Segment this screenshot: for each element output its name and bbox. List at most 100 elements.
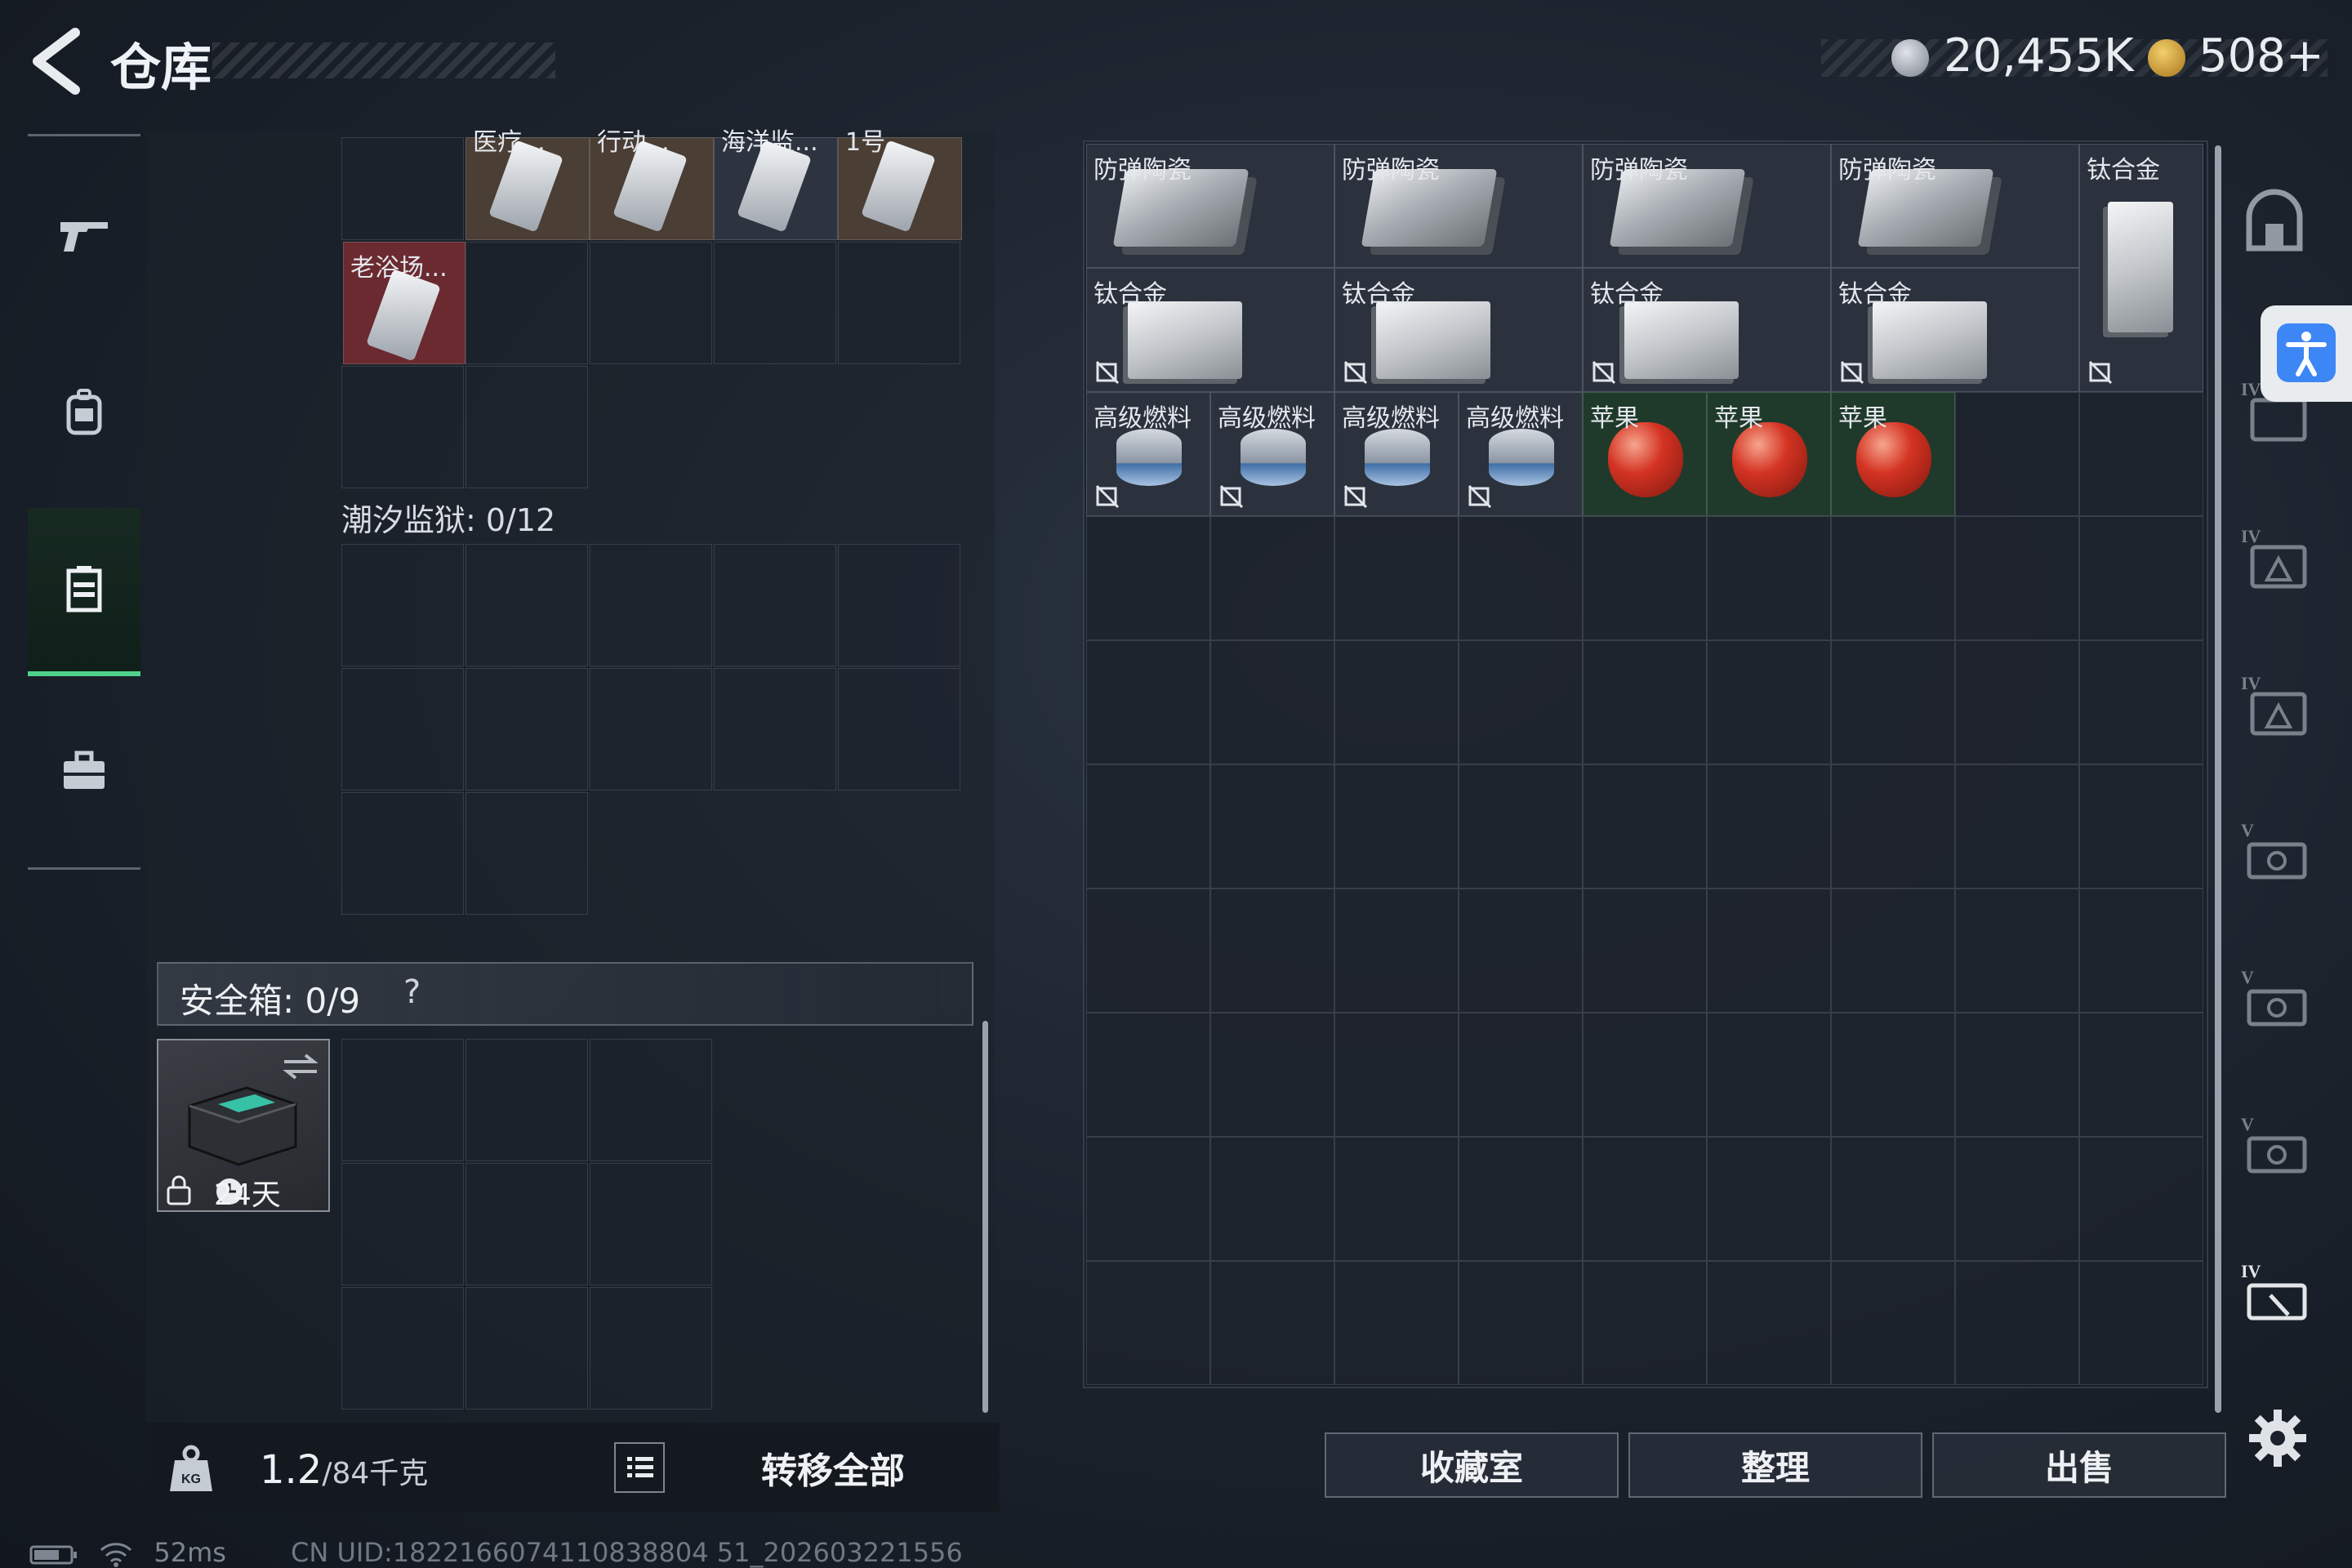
grid-cell[interactable] bbox=[466, 366, 588, 488]
warehouse-item[interactable]: 苹果 bbox=[1583, 392, 1707, 516]
svg-text:IV: IV bbox=[2241, 673, 2261, 693]
sort-button[interactable]: 整理 bbox=[1628, 1432, 1922, 1498]
rail-item-weapons[interactable] bbox=[28, 155, 140, 310]
grid-cell[interactable] bbox=[838, 544, 960, 666]
warehouse-item[interactable]: 钛合金 bbox=[1086, 268, 1334, 392]
transfer-all-button[interactable]: 转移全部 bbox=[719, 1437, 947, 1498]
case-v-icon[interactable]: V bbox=[2238, 1111, 2311, 1184]
back-button[interactable] bbox=[24, 24, 90, 98]
grid-cell[interactable] bbox=[466, 1163, 588, 1285]
no-trade-icon bbox=[2088, 360, 2113, 385]
settings-icon[interactable] bbox=[2246, 1406, 2310, 1470]
warehouse-item[interactable]: 钛合金 bbox=[1583, 268, 1831, 392]
item-label: 高级燃料 bbox=[1218, 404, 1316, 433]
weight-readout: 1.2/84千克 bbox=[260, 1447, 428, 1493]
grid-cell[interactable] bbox=[590, 1287, 712, 1410]
grid-cell[interactable] bbox=[590, 544, 712, 666]
grid-cell[interactable] bbox=[341, 1163, 464, 1285]
grid-cell[interactable] bbox=[341, 544, 464, 666]
item-label: 钛合金 bbox=[1590, 280, 1664, 309]
list-button[interactable] bbox=[614, 1442, 665, 1493]
rail-item-backpack[interactable] bbox=[28, 335, 140, 490]
accessibility-button[interactable] bbox=[2261, 305, 2352, 402]
warehouse-item[interactable]: 高级燃料 bbox=[1459, 392, 1583, 516]
warehouse-item[interactable]: 高级燃料 bbox=[1086, 392, 1210, 516]
no-trade-icon bbox=[1095, 360, 1120, 385]
battery-icon bbox=[29, 1545, 77, 1565]
right-scrollbar[interactable] bbox=[2215, 145, 2221, 1413]
item-label: 苹果 bbox=[1590, 404, 1639, 433]
rail-item-storage[interactable] bbox=[28, 508, 140, 676]
toolbox-icon bbox=[64, 751, 105, 789]
warehouse-item[interactable]: 苹果 bbox=[1831, 392, 1955, 516]
item-label: 高级燃料 bbox=[1342, 404, 1440, 433]
grid-cell[interactable] bbox=[590, 1039, 712, 1161]
svg-text:V: V bbox=[2241, 820, 2254, 840]
grid-cell[interactable] bbox=[341, 1039, 464, 1161]
gold-currency-value[interactable]: 508+ bbox=[2198, 29, 2324, 82]
item-slot[interactable]: 1号... bbox=[838, 128, 962, 240]
no-trade-icon bbox=[1840, 360, 1864, 385]
item-slot[interactable]: 医疗... bbox=[466, 128, 590, 240]
warehouse-item[interactable]: 钛合金 bbox=[1334, 268, 1583, 392]
grid-cell[interactable] bbox=[838, 242, 960, 364]
grid-cell[interactable] bbox=[341, 137, 464, 240]
case-iv-icon[interactable]: IV bbox=[2238, 523, 2311, 596]
grid-cell[interactable] bbox=[714, 242, 836, 364]
item-label: 防弹陶瓷 bbox=[1838, 156, 1936, 185]
case-iv-icon[interactable]: IV bbox=[2238, 670, 2311, 743]
grid-cell[interactable] bbox=[466, 544, 588, 666]
warehouse-item[interactable]: 防弹陶瓷 bbox=[1583, 144, 1831, 268]
swap-icon[interactable] bbox=[281, 1050, 320, 1083]
grid-cell[interactable] bbox=[466, 792, 588, 915]
grid-cell[interactable] bbox=[341, 668, 464, 791]
gun-icon bbox=[60, 222, 108, 252]
grid-cell[interactable] bbox=[590, 1163, 712, 1285]
sell-button[interactable]: 出售 bbox=[1932, 1432, 2226, 1498]
accessibility-icon bbox=[2277, 323, 2336, 382]
warehouse-item[interactable]: 防弹陶瓷 bbox=[1086, 144, 1334, 268]
grid-cell[interactable] bbox=[466, 668, 588, 791]
warehouse-item[interactable]: 防弹陶瓷 bbox=[1831, 144, 2079, 268]
item-slot[interactable]: 海洋监... bbox=[714, 128, 838, 240]
grid-cell[interactable] bbox=[341, 792, 464, 915]
item-label: 防弹陶瓷 bbox=[1094, 156, 1192, 185]
tidal-prison-grid bbox=[341, 544, 964, 920]
left-scrollbar[interactable] bbox=[982, 1021, 988, 1413]
case-iv-icon[interactable]: IV bbox=[2238, 1258, 2311, 1331]
grid-cell[interactable] bbox=[466, 1287, 588, 1410]
fuel-can-icon bbox=[1116, 429, 1182, 486]
case-v-icon[interactable]: V bbox=[2238, 964, 2311, 1037]
grid-cell[interactable] bbox=[341, 1287, 464, 1410]
safe-box-grid bbox=[341, 1039, 717, 1411]
case-v-icon[interactable]: V bbox=[2238, 817, 2311, 890]
section-label: 潮汐监狱: 0/12 bbox=[341, 502, 556, 538]
rail-item-toolbox[interactable] bbox=[28, 694, 140, 849]
bag-icon[interactable] bbox=[2238, 185, 2311, 258]
svg-text:IV: IV bbox=[2241, 526, 2261, 546]
grid-cell[interactable] bbox=[590, 668, 712, 791]
grid-cell[interactable] bbox=[341, 366, 464, 488]
grid-cell[interactable] bbox=[466, 242, 588, 364]
item-slot[interactable]: 老浴场... bbox=[343, 242, 466, 364]
no-trade-icon bbox=[1343, 484, 1368, 509]
weight-unit: /84千克 bbox=[322, 1457, 429, 1490]
no-trade-icon bbox=[1095, 484, 1120, 509]
warehouse-item[interactable]: 苹果 bbox=[1707, 392, 1831, 516]
warehouse-item[interactable]: 钛合金 bbox=[2079, 144, 2203, 392]
warehouse-item[interactable]: 高级燃料 bbox=[1334, 392, 1459, 516]
grid-cell[interactable] bbox=[466, 1039, 588, 1161]
grid-cell[interactable] bbox=[714, 544, 836, 666]
warehouse-item[interactable]: 钛合金 bbox=[1831, 268, 2079, 392]
titanium-plate-icon bbox=[1873, 301, 1987, 379]
item-slot[interactable]: 行动... bbox=[590, 128, 714, 240]
page-title: 仓库 bbox=[110, 38, 212, 97]
grid-cell[interactable] bbox=[838, 668, 960, 791]
warehouse-item[interactable]: 防弹陶瓷 bbox=[1334, 144, 1583, 268]
help-button[interactable]: ? bbox=[403, 973, 421, 1011]
grid-cell[interactable] bbox=[590, 242, 712, 364]
item-label: 钛合金 bbox=[2087, 156, 2160, 185]
warehouse-item[interactable]: 高级燃料 bbox=[1210, 392, 1334, 516]
collection-room-button[interactable]: 收藏室 bbox=[1325, 1432, 1619, 1498]
grid-cell[interactable] bbox=[714, 668, 836, 791]
